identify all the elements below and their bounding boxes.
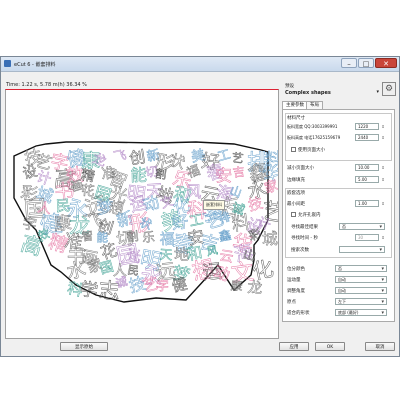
nested-shape: 城 — [262, 229, 278, 249]
app-icon — [4, 60, 11, 67]
search-count-label: 搜索次数 — [291, 248, 309, 253]
maximize-button[interactable]: □ — [358, 58, 374, 68]
color-label: 位分颜色 — [287, 267, 305, 272]
nested-shape: 学 — [78, 279, 99, 303]
status-line: Time: 1.22 s, 5.78 m(h) 36.34 % — [6, 82, 87, 88]
window-title: eCut 6 - 嵌套排料 — [14, 62, 56, 68]
search-time-label: 寻找时间 - 秒 — [291, 236, 318, 241]
canvas-tooltip: 嵌套排料 — [203, 200, 225, 210]
edge-gap-label: 边缘填充 — [287, 178, 305, 183]
edge-gap-input[interactable]: 5.00 — [355, 176, 379, 183]
nested-shape: 乐 — [142, 229, 155, 245]
nested-shape: 龙 — [247, 278, 263, 297]
run-label: 运动量 — [287, 278, 301, 283]
apply-button[interactable]: 应用 — [279, 342, 309, 351]
ok-button[interactable]: OK — [315, 342, 345, 351]
stop-early-select[interactable]: 否 — [339, 223, 385, 230]
preset-name: Complex shapes — [285, 90, 331, 96]
search-count-select[interactable] — [339, 246, 385, 253]
preset-box[interactable]: 预设 Complex shapes ▾ — [282, 83, 380, 98]
nesting-canvas[interactable]: 技艺字健康龙飞创新形状美好工艺排料设计高效精准智能切割乐福春安吉鑫华彩城书画花园… — [5, 89, 279, 339]
min-gap-label: 最小间距 — [287, 202, 305, 207]
nested-shape: 艺 — [231, 151, 244, 166]
run-select[interactable]: 自动 — [335, 276, 387, 283]
reduce-spinner-icon[interactable]: ⇕ — [380, 164, 386, 171]
preset-label: 预设 — [285, 84, 294, 89]
show-original-button[interactable]: 显示原始 — [60, 342, 108, 351]
height-input[interactable]: 2440 — [355, 134, 379, 141]
shape-label: 适合的形状 — [287, 311, 310, 316]
nested-shape: 吉 — [232, 164, 246, 180]
nested-shape: 割 — [154, 166, 167, 181]
stop-early-label: 寻找最佳结果 — [291, 225, 318, 230]
width-label: 板料宽度 QQ:3003399991 — [287, 124, 338, 129]
cancel-button[interactable]: 取消 — [365, 342, 395, 351]
origin-label: 原点 — [287, 300, 296, 305]
nested-shape: 飞 — [112, 147, 127, 164]
rotate-select[interactable]: 自动 — [335, 287, 387, 294]
nested-shape: 字 — [156, 279, 169, 294]
shape-select[interactable]: 底部 (最好) — [335, 309, 387, 316]
nested-shape: 鑫 — [218, 227, 233, 244]
reduce-page-label: 减小页面大小 — [287, 166, 314, 171]
minimize-button[interactable]: – — [341, 58, 357, 68]
nested-shape: 康 — [230, 279, 243, 294]
use-page-size-checkbox[interactable] — [291, 147, 296, 152]
origin-select[interactable]: 左下 — [335, 298, 387, 305]
settings-panel: 材料尺寸 板料宽度 QQ:3003399991 1220 ⇕ 板料高度 电话17… — [282, 109, 395, 322]
canvas-drawing: 技艺字健康龙飞创新形状 美好工艺排料设计 高效精 准智 能切割 乐福 春安吉鑫华彩城书画花园… — [13, 141, 278, 304]
height-label: 板料高度 电话17625159679 — [287, 135, 341, 140]
allow-holes-label: 允许孔嵌内 — [298, 213, 321, 218]
allow-holes-checkbox[interactable] — [291, 212, 296, 217]
search-time-input[interactable]: 30 — [355, 234, 379, 241]
search-time-spinner-icon[interactable]: ⇕ — [380, 234, 386, 241]
close-button[interactable]: ✕ — [375, 58, 397, 68]
title-bar[interactable]: eCut 6 - 嵌套排料 – □ ✕ — [1, 57, 399, 72]
gear-icon[interactable]: ⚙ — [382, 82, 396, 96]
material-section-title: 材料尺寸 — [287, 116, 305, 121]
preset-dropdown-icon[interactable]: ▾ — [376, 89, 379, 95]
nested-shape: 智 — [81, 228, 94, 243]
nest-section-title: 嵌套选项 — [287, 191, 305, 196]
min-gap-input[interactable]: 1.00 — [355, 200, 379, 207]
rotate-label: 调整角度 — [287, 289, 305, 294]
width-spinner-icon[interactable]: ⇕ — [380, 123, 386, 130]
width-input[interactable]: 1220 — [355, 123, 379, 130]
use-page-size-label: 使用页面大小 — [298, 148, 325, 153]
height-spinner-icon[interactable]: ⇕ — [380, 134, 386, 141]
reduce-page-input[interactable]: 10.00 — [355, 164, 379, 171]
min-gap-spinner-icon[interactable]: ⇕ — [380, 200, 386, 207]
edge-gap-spinner-icon[interactable]: ⇕ — [380, 176, 386, 183]
color-select[interactable]: 否 — [335, 265, 387, 272]
